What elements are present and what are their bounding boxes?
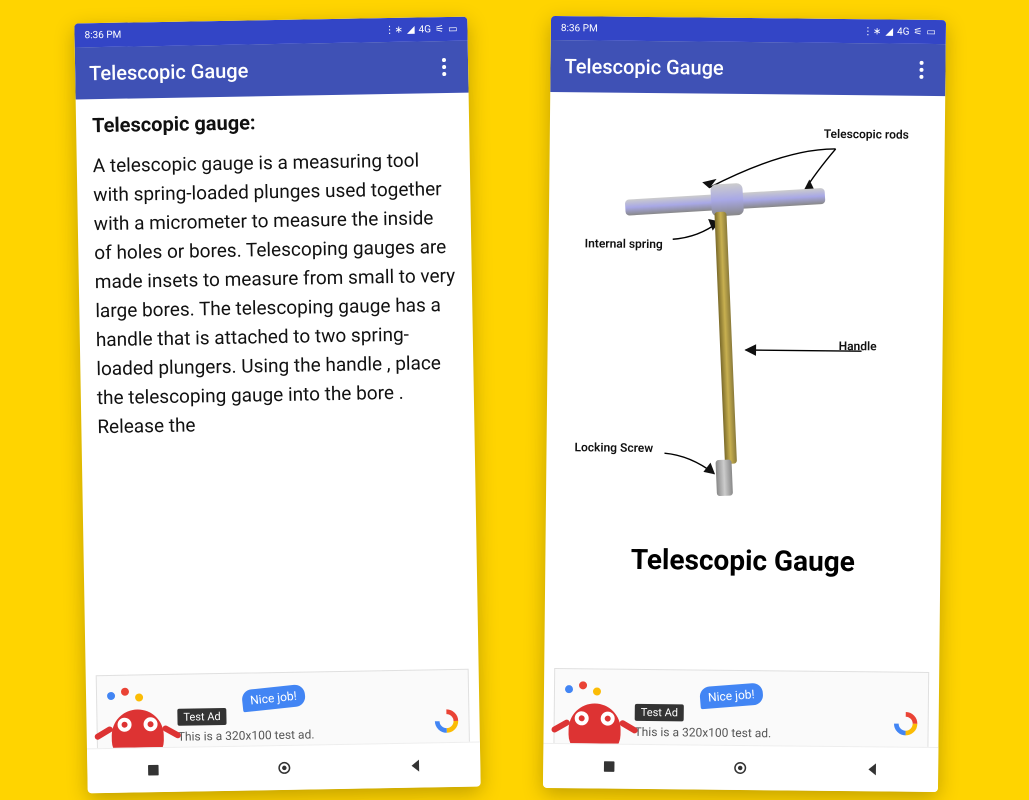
overflow-menu-button[interactable]	[434, 50, 455, 84]
app-title: Telescopic Gauge	[564, 54, 723, 80]
label-locking-screw: Locking Screw	[574, 440, 653, 455]
back-button[interactable]	[406, 757, 424, 775]
diagram-caption: Telescopic Gauge	[561, 542, 924, 579]
recent-apps-button[interactable]	[600, 758, 618, 776]
wifi-icon: ⚟	[913, 26, 922, 37]
status-icons: ⋮∗ ◢ 4G ⚟ ▭	[863, 26, 936, 38]
phone-left: 8:36 PM ⋮∗ ◢ 4G ⚟ ▭ Telescopic Gauge Tel…	[74, 17, 480, 794]
ad-description: This is a 320x100 test ad.	[178, 725, 425, 743]
ad-description: This is a 320x100 test ad.	[634, 724, 883, 741]
clock: 8:36 PM	[84, 29, 121, 41]
wifi-icon: ⚟	[435, 24, 444, 35]
network-label: 4G	[897, 26, 910, 37]
content-area[interactable]: Telescopic rods Internal spring Handle	[544, 92, 945, 664]
back-button[interactable]	[863, 760, 881, 778]
overflow-menu-button[interactable]	[911, 53, 931, 87]
article-heading: Telescopic gauge:	[92, 107, 453, 137]
nav-bar	[543, 743, 938, 792]
bluetooth-icon: ⋮∗	[384, 24, 403, 35]
app-title: Telescopic Gauge	[89, 58, 249, 85]
home-button[interactable]	[732, 759, 750, 777]
ad-speech-bubble: Nice job!	[241, 683, 306, 711]
label-telescopic-rods: Telescopic rods	[824, 127, 909, 142]
signal-icon: ◢	[407, 24, 415, 35]
status-icons: ⋮∗ ◢ 4G ⚟ ▭	[384, 23, 457, 35]
recent-apps-button[interactable]	[144, 761, 162, 779]
article-body: A telescopic gauge is a measuring tool w…	[93, 145, 459, 441]
app-bar: Telescopic Gauge	[550, 40, 946, 96]
phone-right: 8:36 PM ⋮∗ ◢ 4G ⚟ ▭ Telescopic Gauge Tel…	[543, 16, 946, 792]
bluetooth-icon: ⋮∗	[863, 26, 882, 37]
ad-badge: Test Ad	[635, 703, 684, 721]
app-bar: Telescopic Gauge	[75, 41, 469, 100]
battery-icon: ▭	[926, 26, 936, 37]
gauge-diagram: Telescopic rods Internal spring Handle	[562, 106, 929, 540]
nav-bar	[87, 742, 481, 794]
clock: 8:36 PM	[561, 23, 598, 34]
home-button[interactable]	[275, 759, 293, 777]
ad-speech-bubble: Nice job!	[699, 682, 763, 709]
admob-logo-icon	[892, 710, 920, 738]
network-label: 4G	[419, 24, 432, 35]
admob-logo-icon	[432, 707, 460, 735]
content-area[interactable]: Telescopic gauge: A telescopic gauge is …	[76, 93, 479, 668]
label-internal-spring: Internal spring	[585, 236, 663, 251]
battery-icon: ▭	[448, 23, 458, 34]
ad-badge: Test Ad	[177, 707, 227, 725]
signal-icon: ◢	[885, 26, 893, 37]
